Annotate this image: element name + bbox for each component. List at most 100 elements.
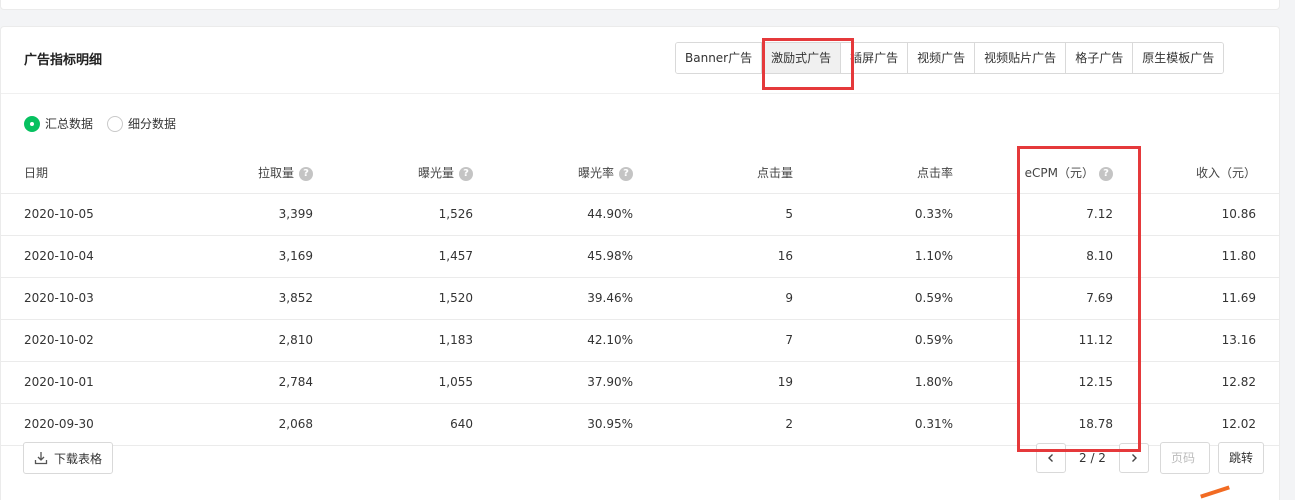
cell-impressions: 1,183 [313, 319, 473, 362]
tab-video[interactable]: 视频广告 [907, 43, 975, 73]
cell-date: 2020-10-01 [1, 361, 153, 404]
chevron-right-icon [1131, 454, 1137, 462]
header-date: 日期 [1, 153, 153, 194]
cell-ecpm: 7.69 [953, 277, 1113, 320]
header-revenue: 收入（元） [1113, 153, 1279, 194]
cell-ctr: 0.33% [793, 193, 953, 236]
cell-requests: 3,852 [153, 277, 313, 320]
tab-video-patch[interactable]: 视频贴片广告 [974, 43, 1066, 73]
cell-clicks: 19 [633, 361, 793, 404]
prev-page-button[interactable] [1036, 443, 1066, 473]
jump-button[interactable]: 跳转 [1218, 442, 1264, 474]
cell-requests: 2,068 [153, 403, 313, 446]
cell-ecpm: 7.12 [953, 193, 1113, 236]
header-impression-rate: 曝光率? [473, 153, 633, 194]
ad-type-tabs: Banner广告 激励式广告 插屏广告 视频广告 视频贴片广告 格子广告 原生模… [675, 42, 1225, 74]
table-row: 2020-10-04 3,169 1,457 45.98% 16 1.10% 8… [1, 235, 1279, 278]
cell-clicks: 7 [633, 319, 793, 362]
radio-detail-label: 细分数据 [128, 117, 177, 131]
radio-unchecked-icon[interactable] [107, 115, 124, 132]
next-page-button[interactable] [1118, 443, 1149, 473]
tab-interstitial[interactable]: 插屏广告 [840, 43, 908, 73]
cell-ctr: 0.31% [793, 403, 953, 446]
header-ecpm: eCPM（元）? [953, 153, 1113, 194]
cell-clicks: 16 [633, 235, 793, 278]
table-row: 2020-10-01 2,784 1,055 37.90% 19 1.80% 1… [1, 361, 1279, 404]
cell-ctr: 1.10% [793, 235, 953, 278]
cell-revenue: 11.69 [1113, 277, 1279, 320]
cell-ecpm: 18.78 [953, 403, 1113, 446]
header-ctr: 点击率 [793, 153, 953, 194]
cell-ecpm: 11.12 [953, 319, 1113, 362]
cell-clicks: 5 [633, 193, 793, 236]
cell-impressions: 1,055 [313, 361, 473, 404]
question-icon[interactable]: ? [619, 166, 633, 181]
cell-requests: 3,399 [153, 193, 313, 236]
cell-impression-rate: 39.46% [473, 277, 633, 320]
cell-date: 2020-10-04 [1, 235, 153, 278]
tab-banner[interactable]: Banner广告 [676, 43, 762, 73]
cell-revenue: 12.02 [1113, 403, 1279, 446]
cell-revenue: 10.86 [1113, 193, 1279, 236]
page-number-input[interactable]: 页码 [1160, 442, 1210, 474]
header-date-label: 日期 [24, 166, 49, 181]
cell-impression-rate: 42.10% [473, 319, 633, 362]
metrics-table: 日期 拉取量? 曝光量? 曝光率? 点击量 点击率 eCPM（元）? 收入（元）… [1, 153, 1279, 446]
header-impression-rate-label: 曝光率 [577, 166, 614, 181]
header-revenue-label: 收入（元） [1195, 166, 1256, 181]
cell-ctr: 1.80% [793, 361, 953, 404]
cell-date: 2020-10-02 [1, 319, 153, 362]
previous-card [0, 0, 1280, 10]
header-ecpm-label: eCPM（元） [1024, 166, 1094, 181]
header-clicks: 点击量 [633, 153, 793, 194]
question-icon[interactable]: ? [1099, 166, 1113, 181]
table-row: 2020-10-05 3,399 1,526 44.90% 5 0.33% 7.… [1, 193, 1279, 236]
cell-ctr: 0.59% [793, 277, 953, 320]
download-table-label: 下载表格 [54, 451, 103, 466]
tab-rewarded[interactable]: 激励式广告 [761, 43, 841, 73]
cell-clicks: 9 [633, 277, 793, 320]
radio-summary-label: 汇总数据 [45, 117, 94, 131]
cell-revenue: 11.80 [1113, 235, 1279, 278]
question-icon[interactable]: ? [299, 166, 313, 181]
table-header-row: 日期 拉取量? 曝光量? 曝光率? 点击量 点击率 eCPM（元）? 收入（元） [1, 153, 1279, 194]
question-icon[interactable]: ? [459, 166, 473, 181]
cell-impressions: 1,457 [313, 235, 473, 278]
radio-summary[interactable]: 汇总数据 [24, 115, 93, 132]
header-requests: 拉取量? [153, 153, 313, 194]
cell-clicks: 2 [633, 403, 793, 446]
cell-ecpm: 8.10 [953, 235, 1113, 278]
cell-impressions: 640 [313, 403, 473, 446]
cell-ctr: 0.59% [793, 319, 953, 362]
ad-metrics-card: 广告指标明细 Banner广告 激励式广告 插屏广告 视频广告 视频贴片广告 格… [0, 26, 1280, 500]
download-table-button[interactable]: 下载表格 [23, 442, 114, 474]
cell-impression-rate: 37.90% [473, 361, 633, 404]
cell-requests: 3,169 [153, 235, 313, 278]
cell-date: 2020-10-03 [1, 277, 153, 320]
header-impressions-label: 曝光量 [417, 166, 454, 181]
data-mode-radio-group: 汇总数据 细分数据 [24, 115, 190, 132]
cell-date: 2020-10-05 [1, 193, 153, 236]
cell-requests: 2,784 [153, 361, 313, 404]
header-ctr-label: 点击率 [916, 166, 953, 181]
cell-impressions: 1,520 [313, 277, 473, 320]
table-row: 2020-10-03 3,852 1,520 39.46% 9 0.59% 7.… [1, 277, 1279, 320]
cell-impression-rate: 44.90% [473, 193, 633, 236]
table-row: 2020-10-02 2,810 1,183 42.10% 7 0.59% 11… [1, 319, 1279, 362]
tab-native-template[interactable]: 原生模板广告 [1132, 43, 1224, 73]
header-requests-label: 拉取量 [257, 166, 294, 181]
radio-checked-icon[interactable] [24, 115, 40, 132]
cell-impressions: 1,526 [313, 193, 473, 236]
header-impressions: 曝光量? [313, 153, 473, 194]
cell-impression-rate: 45.98% [473, 235, 633, 278]
header-clicks-label: 点击量 [756, 166, 793, 181]
cell-date: 2020-09-30 [1, 403, 153, 446]
cell-ecpm: 12.15 [953, 361, 1113, 404]
tab-grid[interactable]: 格子广告 [1065, 43, 1133, 73]
cell-requests: 2,810 [153, 319, 313, 362]
page-indicator: 2 / 2 [1079, 451, 1106, 465]
download-icon [34, 452, 48, 465]
cell-revenue: 13.16 [1113, 319, 1279, 362]
pagination: 2 / 2 [1036, 442, 1149, 474]
radio-detail[interactable]: 细分数据 [107, 115, 176, 132]
